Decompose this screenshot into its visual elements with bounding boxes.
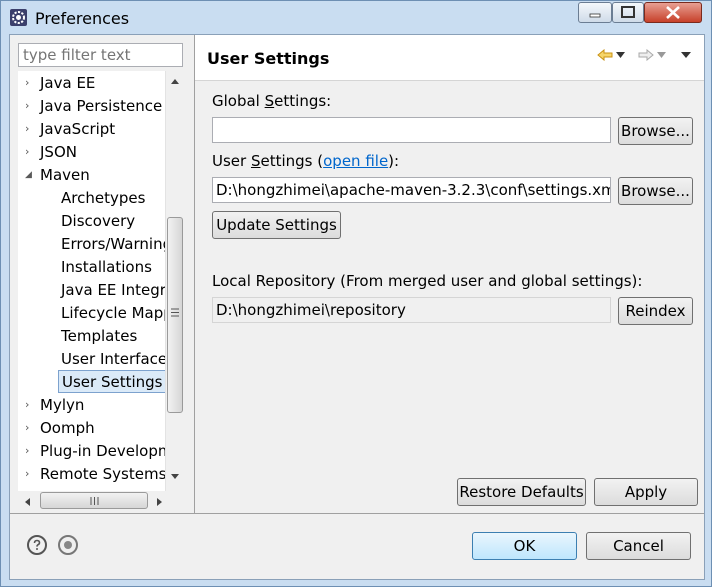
twisty-collapsed-icon[interactable]: › — [25, 440, 35, 462]
preferences-window: Preferences ›Java EE ›Java Persistence ›… — [0, 0, 712, 587]
tree-item-installations[interactable]: Installations — [61, 256, 152, 279]
local-repository-label: Local Repository (From merged user and g… — [212, 272, 643, 290]
preferences-tree: › Java EE › Java Persistence › JavaScript ›… — [18, 71, 184, 511]
browse-global-button[interactable]: Browse... — [618, 117, 693, 145]
tree-item-remote-systems[interactable]: › Remote Systems — [25, 463, 166, 486]
maximize-icon — [621, 6, 635, 18]
page-title: User Settings — [207, 49, 330, 68]
tree-item-json[interactable]: › JSON — [25, 141, 77, 164]
update-settings-button[interactable]: Update Settings — [212, 211, 341, 239]
twisty-collapsed-icon[interactable]: › — [25, 463, 35, 485]
filter-input[interactable] — [18, 43, 183, 67]
help-icon[interactable] — [27, 535, 47, 555]
forward-dropdown-icon[interactable] — [657, 52, 666, 58]
horizontal-scroll-thumb[interactable] — [40, 492, 148, 509]
open-file-link[interactable]: open file — [323, 152, 388, 170]
pane-splitter[interactable] — [194, 35, 195, 513]
tree-item-archetypes[interactable]: Archetypes — [61, 187, 145, 210]
back-dropdown-icon[interactable] — [616, 52, 625, 58]
title-bar[interactable]: Preferences — [1, 1, 711, 34]
record-dot-icon — [64, 541, 72, 549]
user-settings-label: User Settings (open file): — [212, 152, 400, 170]
tree-item-discovery[interactable]: Discovery — [61, 210, 135, 233]
maximize-button[interactable] — [612, 2, 644, 23]
twisty-expanded-icon[interactable]: ◢ — [25, 164, 35, 186]
dialog-client-area: ›Java EE ›Java Persistence ›JavaScript ›… — [9, 34, 705, 580]
tree-item-plugin-development[interactable]: › Plug-in Development — [25, 440, 184, 463]
minimize-icon — [589, 13, 601, 18]
grip-icon — [171, 308, 179, 317]
record-icon[interactable] — [58, 535, 78, 555]
tree-item-oomph[interactable]: › Oomph — [25, 417, 95, 440]
vertical-scroll-thumb[interactable] — [167, 217, 183, 413]
forward-arrow-icon[interactable] — [638, 49, 654, 61]
scroll-left-arrow-icon[interactable] — [23, 497, 31, 507]
tree-item-java-persistence[interactable]: › Java Persistence — [25, 95, 162, 118]
tree-item-javascript[interactable]: › JavaScript — [25, 118, 115, 141]
page-header: User Settings — [195, 35, 704, 81]
twisty-collapsed-icon[interactable]: › — [25, 394, 35, 416]
grip-icon — [90, 497, 99, 505]
scroll-down-arrow-icon[interactable] — [170, 473, 180, 481]
cancel-button[interactable]: Cancel — [586, 532, 691, 560]
close-icon — [666, 6, 680, 19]
scroll-up-arrow-icon[interactable] — [170, 77, 180, 85]
tree-item-templates[interactable]: Templates — [61, 325, 137, 348]
back-arrow-icon[interactable] — [597, 49, 613, 61]
user-settings-input[interactable]: D:\hongzhimei\apache-maven-3.2.3\conf\se… — [212, 177, 611, 203]
twisty-collapsed-icon[interactable]: › — [25, 95, 35, 117]
minimize-button[interactable] — [578, 2, 612, 23]
window-title: Preferences — [35, 9, 130, 28]
close-window-button[interactable] — [644, 2, 702, 23]
tree-item-java-ee[interactable]: › Java EE — [25, 72, 95, 95]
tree-item-mylyn[interactable]: › Mylyn — [25, 394, 84, 417]
eclipse-app-icon — [10, 9, 27, 26]
twisty-collapsed-icon[interactable]: › — [25, 118, 35, 140]
global-settings-input[interactable] — [212, 117, 611, 143]
ok-button[interactable]: OK — [472, 532, 577, 560]
tree-item-errors-warnings[interactable]: Errors/Warnings — [61, 233, 180, 256]
tree-item-user-interface[interactable]: User Interface — [61, 348, 167, 371]
reindex-button[interactable]: Reindex — [618, 297, 693, 325]
tree-item-user-settings[interactable]: User Settings — [58, 370, 167, 393]
scroll-right-arrow-icon[interactable] — [156, 497, 164, 507]
browse-user-button[interactable]: Browse... — [618, 177, 693, 205]
twisty-collapsed-icon[interactable]: › — [25, 417, 35, 439]
tree-vertical-scrollbar[interactable] — [165, 71, 185, 511]
footer-separator — [10, 513, 704, 514]
restore-defaults-button[interactable]: Restore Defaults — [457, 478, 586, 506]
apply-button[interactable]: Apply — [594, 478, 698, 506]
tree-horizontal-scrollbar[interactable] — [18, 491, 184, 511]
tree-item-maven[interactable]: ◢ Maven — [25, 164, 90, 187]
question-mark-icon — [33, 539, 41, 550]
view-menu-icon[interactable] — [681, 52, 691, 58]
global-settings-label: Global Settings: — [212, 92, 332, 110]
twisty-collapsed-icon[interactable]: › — [25, 141, 35, 163]
twisty-collapsed-icon[interactable]: › — [25, 72, 35, 94]
local-repository-field: D:\hongzhimei\repository — [212, 297, 611, 323]
